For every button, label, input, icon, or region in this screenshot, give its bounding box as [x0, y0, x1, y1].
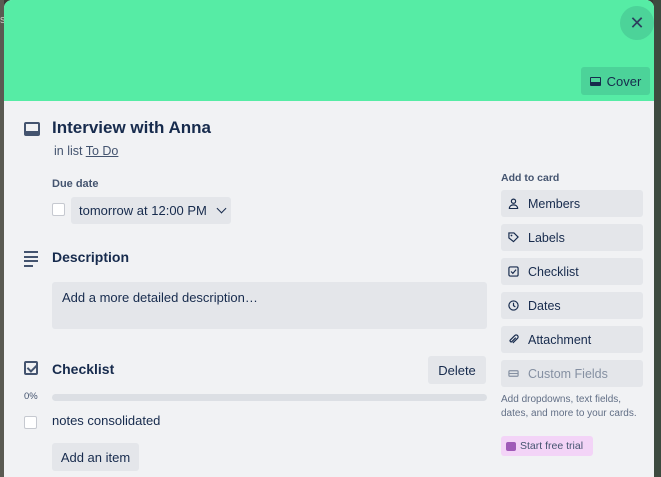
add-item-button[interactable]: Add an item	[52, 443, 139, 471]
backdrop-right	[653, 0, 661, 477]
description-input[interactable]: Add a more detailed description…	[52, 282, 487, 329]
custom-fields-label: Custom Fields	[528, 366, 608, 381]
custom-fields-note: Add dropdowns, text fields, dates, and m…	[501, 394, 637, 419]
checklist-title[interactable]: Checklist	[52, 361, 114, 377]
due-date-button[interactable]: tomorrow at 12:00 PM	[71, 197, 231, 224]
attachment-label: Attachment	[528, 332, 592, 347]
start-free-trial-button[interactable]: Start free trial	[501, 436, 593, 456]
attachment-button[interactable]: Attachment	[501, 326, 643, 353]
description-title: Description	[52, 249, 130, 265]
dates-button[interactable]: Dates	[501, 292, 643, 319]
list-link[interactable]: To Do	[86, 144, 119, 158]
paperclip-icon	[508, 334, 519, 345]
close-button[interactable]: ✕	[620, 6, 654, 40]
due-date-label: Due date	[52, 178, 99, 190]
chevron-down-icon	[216, 203, 227, 214]
checkbox-icon	[508, 266, 519, 277]
close-icon: ✕	[629, 12, 645, 33]
cover-button[interactable]: Cover	[581, 67, 650, 95]
custom-fields-icon	[508, 368, 519, 379]
checklist-item[interactable]: notes consolidated	[52, 413, 160, 428]
cover-icon	[589, 76, 601, 86]
checklist-add-label: Checklist	[528, 264, 579, 279]
members-label: Members	[528, 196, 581, 211]
members-button[interactable]: Members	[501, 190, 643, 217]
in-list-prefix: in list	[54, 144, 83, 158]
clock-icon	[508, 300, 519, 311]
checklist-icon	[24, 361, 38, 375]
labels-label: Labels	[528, 230, 565, 245]
labels-button[interactable]: Labels	[501, 224, 643, 251]
card-modal: ✕ Cover Interview with Anna in list To D…	[4, 0, 654, 477]
checklist-delete-button[interactable]: Delete	[428, 356, 486, 384]
checklist-item-checkbox[interactable]	[24, 416, 37, 429]
checklist-percent: 0%	[24, 391, 38, 402]
tag-icon	[508, 232, 519, 243]
person-icon	[508, 198, 519, 209]
in-list-text: in list To Do	[54, 144, 118, 158]
checklist-add-button[interactable]: Checklist	[501, 258, 643, 285]
trial-icon	[506, 441, 516, 451]
dates-label: Dates	[528, 298, 561, 313]
checklist-progress-bar	[52, 394, 487, 401]
card-cover	[4, 0, 654, 101]
due-date-value: tomorrow at 12:00 PM	[79, 203, 207, 218]
add-to-card-heading: Add to card	[501, 172, 560, 184]
trial-label: Start free trial	[520, 440, 584, 452]
due-date-checkbox[interactable]	[52, 203, 65, 216]
custom-fields-button[interactable]: Custom Fields	[501, 360, 643, 387]
description-icon	[24, 251, 38, 269]
card-icon	[24, 122, 40, 136]
card-title[interactable]: Interview with Anna	[52, 118, 211, 138]
cover-button-label: Cover	[606, 73, 642, 89]
